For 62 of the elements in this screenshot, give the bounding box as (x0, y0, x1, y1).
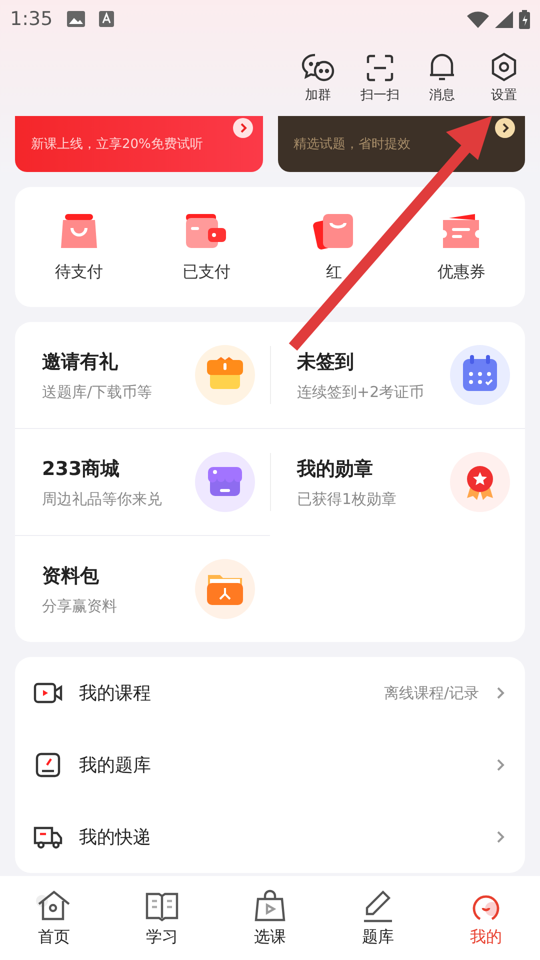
header-action-button[interactable]: 扫一扫 (358, 54, 402, 104)
nav-tab[interactable]: 题库 (324, 876, 432, 960)
chevron-icon (495, 758, 505, 772)
menu-item[interactable]: 我的快递 (15, 801, 525, 873)
feature-tile[interactable]: 我的勋章 已获得1枚勋章 (270, 428, 525, 535)
menu-label: 我的课程 (79, 682, 152, 705)
header-action-button[interactable]: 加群 (296, 52, 340, 104)
envelope-icon (312, 212, 355, 252)
shop-icon (195, 452, 255, 512)
nav-tab[interactable]: 学习 (108, 876, 216, 960)
menu-item[interactable]: 我的课程 离线课程/记录 (15, 657, 525, 729)
status-time: 1:35 (10, 8, 53, 30)
feature-subtitle: 送题库/下载币等 (42, 382, 154, 402)
nav-tab[interactable]: 选课 (216, 876, 324, 960)
folder-icon (195, 559, 255, 619)
bell-icon (428, 52, 456, 82)
feature-tile[interactable]: 资料包 分享赢资料 (15, 535, 270, 642)
chevron-icon (232, 118, 252, 138)
chevron-icon (495, 830, 505, 844)
menu-item[interactable]: 我的题库 (15, 729, 525, 801)
settings-icon (490, 52, 518, 82)
header-action-button[interactable]: 设置 (482, 52, 526, 104)
battery-icon (519, 10, 530, 28)
feature-title: 资料包 (42, 564, 100, 588)
text-icon (98, 11, 114, 27)
promo-banner[interactable]: 精选试题，省时提效 (278, 116, 525, 172)
gift-icon (195, 345, 255, 405)
feature-title: 我的勋章 (297, 456, 374, 482)
calendar-icon (450, 345, 510, 405)
feature-subtitle: 周边礼品等你来兑 (42, 490, 163, 508)
wifi-icon (467, 10, 489, 28)
truck-icon (33, 824, 63, 850)
banner-subtitle: 精选试题，省时提效 (294, 136, 410, 153)
feature-subtitle: 分享赢资料 (42, 596, 118, 616)
feature-title: 未签到 (297, 350, 355, 374)
order-shortcut[interactable]: 已支付 (142, 212, 270, 282)
menu-label: 我的题库 (79, 754, 152, 777)
order-shortcut[interactable]: 红 (270, 212, 398, 282)
banner-subtitle: 新课上线，立享20%免费试听 (31, 136, 203, 153)
feature-subtitle: 连续签到+2考证币 (297, 382, 426, 402)
nav-tab[interactable]: 首页 (0, 876, 108, 960)
chevron-icon (495, 686, 505, 700)
menu-note: 离线课程/记录 (384, 684, 479, 702)
scan-icon (366, 54, 394, 82)
medal-icon (450, 452, 510, 512)
image-icon (66, 11, 85, 27)
feature-tile[interactable]: 邀请有礼 送题库/下载币等 (15, 322, 270, 428)
chevron-icon (495, 118, 515, 138)
header-action-button[interactable]: 消息 (420, 52, 464, 104)
exam-icon (35, 752, 61, 778)
feature-title: 233商城 (42, 456, 121, 482)
nav-tab[interactable]: 我的 (432, 876, 540, 960)
order-shortcut[interactable]: 待支付 (15, 212, 142, 282)
feature-subtitle: 已获得1枚勋章 (297, 490, 398, 508)
signal-icon (495, 10, 513, 28)
order-shortcut[interactable]: 优惠券 (398, 212, 525, 282)
feature-tile[interactable]: 233商城 周边礼品等你来兑 (15, 428, 270, 535)
feature-title: 邀请有礼 (42, 350, 119, 374)
menu-label: 我的快递 (79, 826, 152, 849)
video-icon (33, 681, 63, 705)
chat-icon (301, 52, 335, 82)
feature-tile[interactable]: 未签到 连续签到+2考证币 (270, 322, 525, 428)
